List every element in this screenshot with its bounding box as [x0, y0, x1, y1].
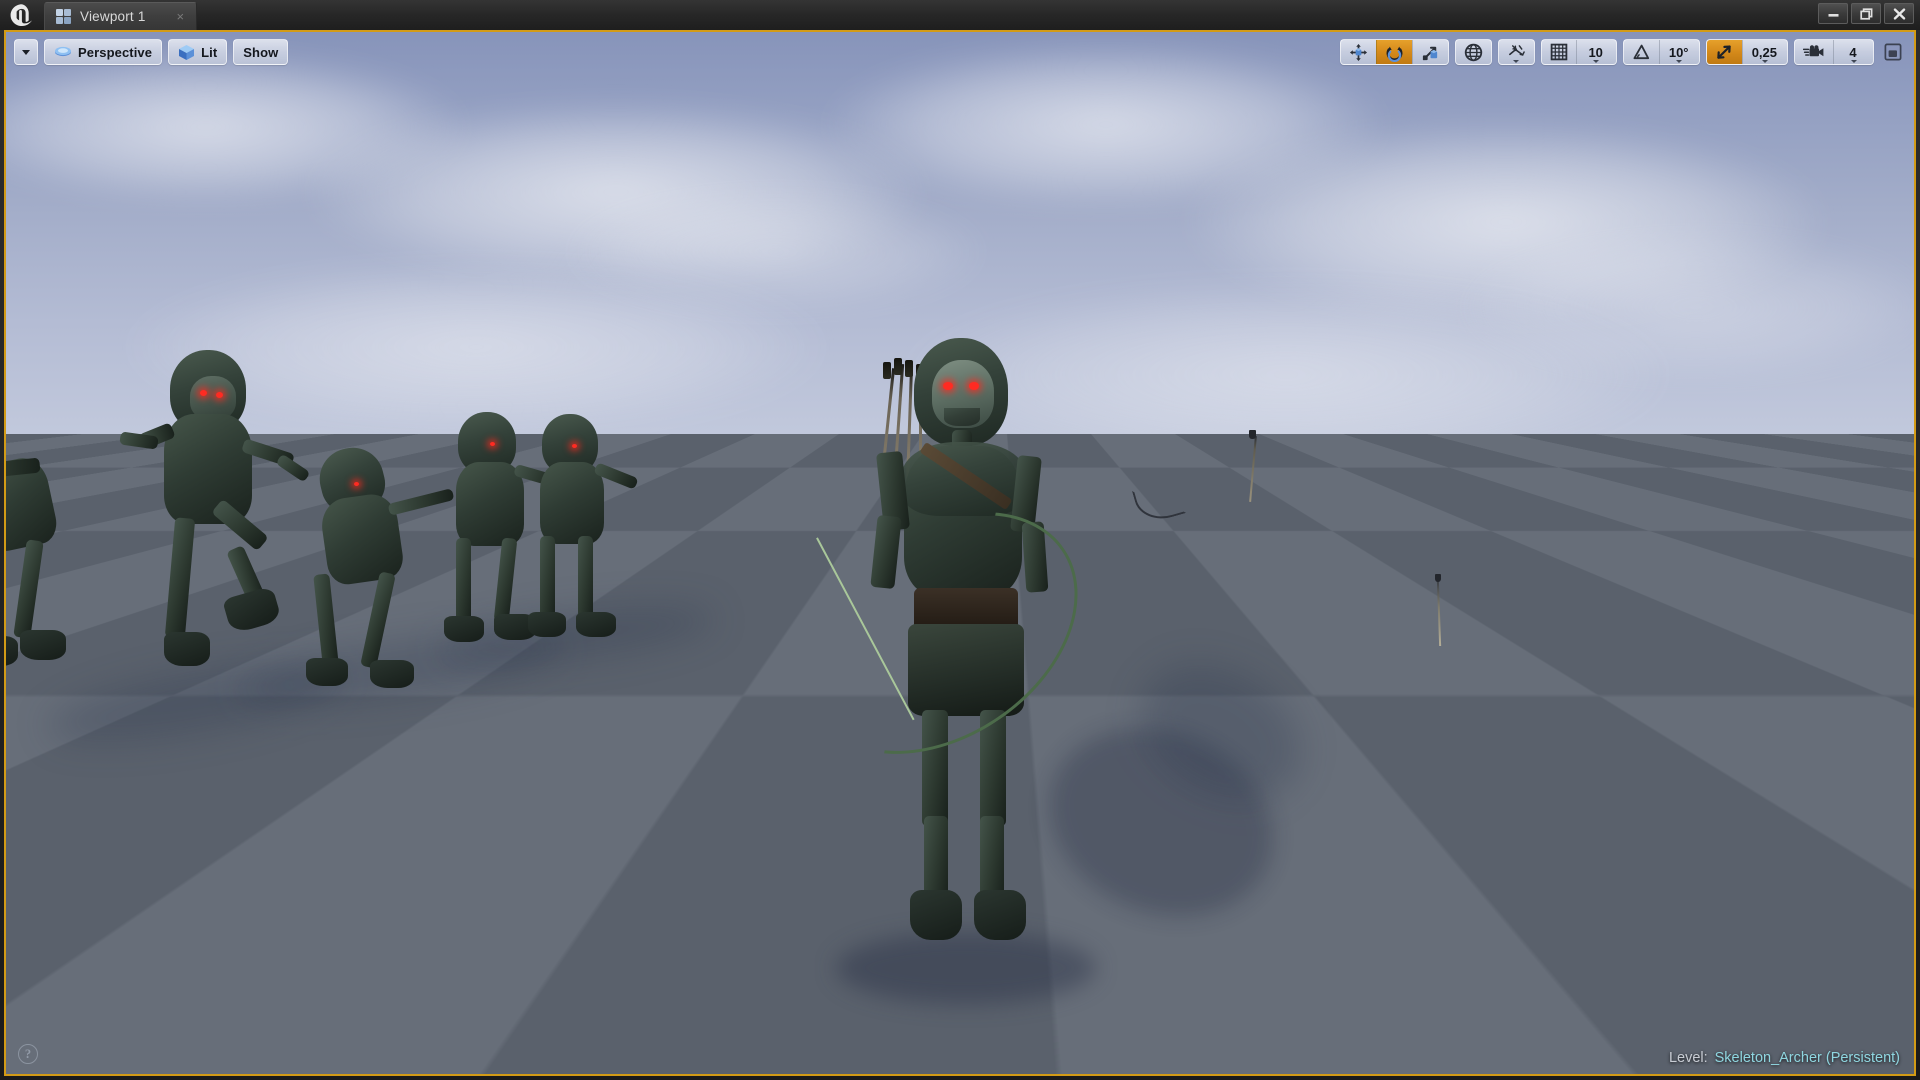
surface-snap-button[interactable]: [1499, 40, 1534, 64]
window-controls: [1818, 3, 1914, 24]
chevron-down-icon: [1676, 60, 1683, 63]
skeleton-character: [119, 350, 314, 720]
tab-viewport-1[interactable]: Viewport 1 ×: [44, 2, 198, 30]
surface-snap-group: [1497, 39, 1535, 65]
level-name[interactable]: Skeleton_Archer (Persistent): [1715, 1050, 1900, 1066]
scale-snap-value[interactable]: 0,25: [1741, 40, 1787, 64]
rotation-snap-value[interactable]: 10°: [1658, 40, 1699, 64]
grid-snap-group: 10: [1540, 39, 1617, 65]
grid-snap-value-label: 10: [1588, 44, 1603, 60]
close-icon[interactable]: ×: [177, 10, 185, 23]
world-space-button[interactable]: [1456, 40, 1491, 64]
viewport-toolbar-right: 10 10° 0,25 4: [1339, 39, 1906, 65]
level-status-bar: Level: Skeleton_Archer (Persistent): [1669, 1050, 1900, 1066]
camera-speed-icon-button[interactable]: [1795, 40, 1833, 64]
skeleton-character: [6, 440, 108, 710]
camera-icon: [54, 45, 72, 59]
scale-snap-group: 0,25: [1705, 39, 1788, 65]
show-menu-button[interactable]: Show: [233, 39, 289, 65]
coordinate-system-group: [1454, 39, 1492, 65]
restore-button[interactable]: [1851, 3, 1881, 24]
minimize-button[interactable]: [1818, 3, 1848, 24]
unreal-editor-window: Viewport 1 × Perspective Lit Show 10 10°…: [0, 0, 1920, 1080]
title-bar: Viewport 1 ×: [0, 0, 1920, 30]
glowing-eye: [969, 382, 979, 390]
view-mode-button[interactable]: Perspective: [44, 39, 163, 65]
viewport-options-button[interactable]: [14, 39, 38, 65]
help-icon[interactable]: ?: [18, 1044, 38, 1064]
glowing-eye: [943, 382, 953, 390]
chevron-down-icon: [1513, 60, 1520, 63]
level-viewport[interactable]: Perspective Lit Show 10 10° 0,25 4 ? Lev…: [4, 30, 1916, 1076]
scale-snap-toggle[interactable]: [1706, 40, 1742, 64]
camera-speed-group: 4: [1794, 39, 1874, 65]
show-label: Show: [243, 44, 279, 60]
camera-speed-value-label: 4: [1849, 44, 1857, 60]
unreal-engine-logo-icon: [0, 0, 44, 30]
camera-speed-value[interactable]: 4: [1833, 40, 1873, 64]
rotation-snap-value-label: 10°: [1668, 44, 1689, 60]
rotation-snap-group: 10°: [1622, 39, 1700, 65]
scale-snap-value-label: 0,25: [1751, 44, 1777, 60]
lighting-mode-label: Lit: [201, 44, 218, 60]
viewport-scene-render: [6, 32, 1914, 1074]
rotation-snap-toggle[interactable]: [1624, 40, 1659, 64]
view-mode-label: Perspective: [78, 44, 153, 60]
grid-snap-value[interactable]: 10: [1575, 40, 1616, 64]
grid-snap-toggle[interactable]: [1542, 40, 1576, 64]
chevron-down-icon: [1850, 60, 1857, 63]
help-glyph: ?: [24, 1046, 32, 1061]
cube-icon: [178, 44, 195, 61]
chevron-down-icon: [1593, 60, 1600, 63]
skeleton-character: [528, 414, 646, 654]
skeleton-character: [302, 441, 455, 708]
level-label: Level:: [1668, 1050, 1708, 1066]
viewport-grid-icon: [56, 9, 71, 24]
skeleton-archer-hero: [756, 338, 1124, 988]
close-button[interactable]: [1884, 3, 1914, 24]
translate-tool-button[interactable]: [1341, 40, 1376, 64]
scale-tool-button[interactable]: [1411, 40, 1448, 64]
arrow-head-icon: [1435, 574, 1441, 582]
tab-label: Viewport 1: [80, 9, 146, 24]
arrow-head-icon: [1249, 430, 1256, 439]
viewport-toolbar-left: Perspective Lit Show: [14, 39, 289, 65]
transform-tool-group: [1339, 39, 1449, 65]
maximize-viewport-button[interactable]: [1880, 39, 1906, 65]
lighting-mode-button[interactable]: Lit: [168, 39, 228, 65]
chevron-down-icon: [22, 49, 30, 55]
chevron-down-icon: [1761, 60, 1768, 63]
rotate-tool-button[interactable]: [1375, 40, 1412, 64]
